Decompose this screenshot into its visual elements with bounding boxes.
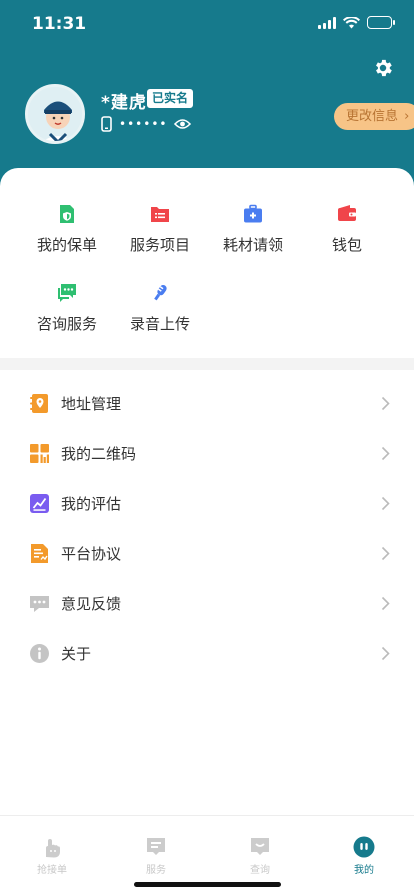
battery-icon	[367, 16, 395, 29]
chevron-right-icon	[381, 496, 390, 511]
edit-info-label: 更改信息	[346, 109, 399, 124]
me-icon	[353, 836, 375, 858]
menu-item-feedback[interactable]: 意见反馈	[0, 578, 414, 628]
menu-item-assessment[interactable]: 我的评估	[0, 478, 414, 528]
home-indicator[interactable]	[134, 882, 281, 887]
grid-label: 咨询服务	[36, 315, 97, 333]
menu-label: 意见反馈	[61, 595, 122, 613]
menu-label: 我的二维码	[61, 445, 137, 463]
tab-mine[interactable]: 我的	[334, 836, 394, 876]
menu-label: 平台协议	[61, 545, 122, 563]
eye-icon[interactable]	[174, 118, 192, 130]
tab-query[interactable]: 查询	[230, 836, 290, 876]
tab-label: 抢接单	[37, 865, 67, 876]
menu-item-agreement[interactable]: 平台协议	[0, 528, 414, 578]
info-icon	[30, 644, 49, 663]
tab-service[interactable]: 服务	[126, 836, 186, 876]
menu-item-qr-code[interactable]: 我的二维码	[0, 428, 414, 478]
chevron-right-icon	[381, 596, 390, 611]
status-icons	[318, 16, 395, 29]
user-name: *建虎	[101, 93, 147, 113]
section-divider	[0, 358, 414, 370]
verified-badge: 已实名	[147, 89, 194, 108]
edit-info-button[interactable]: 更改信息 ›	[334, 103, 414, 130]
grid-item-service-items[interactable]: 服务项目	[113, 204, 207, 255]
grid-item-policy[interactable]: 我的保单	[20, 204, 114, 255]
wifi-icon	[343, 16, 360, 28]
chat-icon	[58, 284, 76, 302]
grid-item-audio-upload[interactable]: 录音上传	[113, 283, 207, 334]
feedback-icon	[30, 596, 49, 612]
agreement-icon	[31, 544, 48, 563]
policy-icon	[60, 205, 74, 223]
chevron-right-icon	[381, 546, 390, 561]
folder-list-icon	[151, 207, 169, 222]
phone-icon	[101, 116, 112, 132]
menu-item-about[interactable]: 关于	[0, 628, 414, 678]
wallet-icon	[338, 205, 356, 221]
service-icon	[147, 838, 165, 855]
cellular-signal-icon	[318, 16, 336, 29]
grid-label: 耗材请领	[222, 236, 283, 254]
menu-label: 关于	[61, 645, 92, 663]
hand-icon	[46, 839, 60, 858]
menu-label: 地址管理	[61, 395, 122, 413]
grid-item-consulting[interactable]: 咨询服务	[20, 283, 114, 334]
quick-actions-card: 我的保单 服务项目 耗材请领 钱包 咨询服务 录音上传	[0, 168, 414, 358]
status-bar: 11:31	[0, 0, 414, 50]
assessment-icon	[30, 494, 49, 513]
tab-label: 服务	[146, 865, 166, 876]
profile-screen: 11:31 *建虎 已实名 •••••• 更改信息 › 我的保单 服务项目 耗材…	[0, 0, 414, 896]
phone-number-masked: ••••••	[119, 117, 168, 131]
menu-item-address[interactable]: 地址管理	[0, 378, 414, 428]
status-time: 11:31	[32, 14, 87, 34]
grid-label: 服务项目	[129, 236, 190, 254]
tab-grab-orders[interactable]: 抢接单	[22, 836, 82, 876]
menu-label: 我的评估	[61, 495, 122, 513]
chevron-right-icon	[381, 396, 390, 411]
phone-row: ••••••	[101, 116, 192, 132]
avatar[interactable]	[25, 84, 85, 144]
grid-item-supplies-request[interactable]: 耗材请领	[206, 204, 300, 255]
query-icon	[251, 838, 269, 855]
tab-label: 我的	[354, 865, 374, 876]
grid-item-wallet[interactable]: 钱包	[300, 204, 394, 255]
grid-label: 钱包	[331, 236, 362, 254]
qr-code-icon	[30, 444, 49, 463]
medical-kit-icon	[244, 204, 262, 223]
address-book-icon	[30, 394, 48, 413]
chevron-right-icon	[381, 646, 390, 661]
microphone-icon	[154, 284, 167, 301]
nurse-avatar-icon	[28, 87, 82, 141]
grid-label: 我的保单	[36, 236, 97, 254]
chevron-right-icon	[381, 446, 390, 461]
chevron-right-icon: ›	[404, 109, 410, 124]
grid-label: 录音上传	[129, 315, 190, 333]
settings-gear-icon[interactable]	[372, 57, 394, 79]
tab-label: 查询	[250, 865, 270, 876]
